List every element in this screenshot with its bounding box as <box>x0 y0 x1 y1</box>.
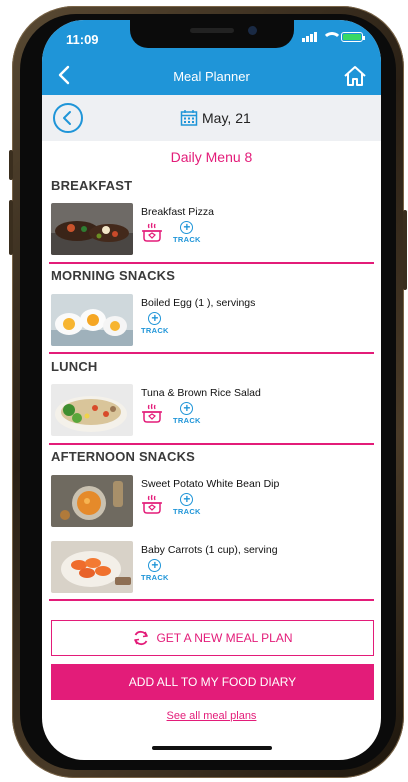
date-bar: May, 21 <box>42 95 381 141</box>
meal-item[interactable]: Sweet Potato White Bean Dip + TRACK <box>51 475 371 531</box>
track-button[interactable]: + TRACK <box>173 402 201 425</box>
battery-icon <box>341 32 365 42</box>
refresh-icon <box>134 630 149 646</box>
track-label: TRACK <box>141 573 169 582</box>
meal-name: Tuna & Brown Rice Salad <box>141 387 261 399</box>
meal-name: Sweet Potato White Bean Dip <box>141 478 280 490</box>
phone-side-button-right <box>403 210 407 290</box>
section-title-breakfast: BREAKFAST <box>51 178 133 193</box>
section-divider <box>49 352 374 354</box>
date-selector[interactable]: May, 21 <box>180 109 251 127</box>
track-label: TRACK <box>173 416 201 425</box>
get-new-meal-plan-button[interactable]: GET A NEW MEAL PLAN <box>51 620 374 656</box>
home-indicator <box>152 746 272 750</box>
meal-actions: + TRACK <box>141 493 201 516</box>
phone-side-button-left-1 <box>9 150 13 180</box>
meal-item[interactable]: Boiled Egg (1 ), servings + TRACK <box>51 294 371 350</box>
meal-name: Baby Carrots (1 cup), serving <box>141 544 278 556</box>
track-plus-icon: + <box>180 402 194 415</box>
track-plus-icon: + <box>180 221 194 234</box>
meal-name: Breakfast Pizza <box>141 206 214 218</box>
meal-name: Boiled Egg (1 ), servings <box>141 297 256 309</box>
chevron-left-icon <box>63 111 71 125</box>
daily-menu-title: Daily Menu 8 <box>170 149 253 165</box>
add-all-label: ADD ALL TO MY FOOD DIARY <box>128 675 297 689</box>
status-time: 11:09 <box>66 32 99 47</box>
section-divider <box>49 599 374 601</box>
meal-image-baby-carrots <box>51 541 133 593</box>
meal-actions: + TRACK <box>141 559 169 582</box>
notch <box>130 20 294 48</box>
cook-pot-icon[interactable] <box>141 221 163 243</box>
section-title-afternoon-snacks: AFTERNOON SNACKS <box>51 449 196 464</box>
section-title-lunch: LUNCH <box>51 359 98 374</box>
meal-actions: + TRACK <box>141 312 169 335</box>
meal-image-tuna-salad <box>51 384 133 436</box>
get-new-meal-plan-label: GET A NEW MEAL PLAN <box>156 631 293 645</box>
track-label: TRACK <box>141 326 169 335</box>
section-divider <box>49 443 374 445</box>
page-title: Meal Planner <box>173 69 250 84</box>
status-icons <box>302 32 365 42</box>
wifi-icon <box>322 32 342 42</box>
home-icon[interactable] <box>343 64 367 88</box>
cook-pot-icon[interactable] <box>141 402 163 424</box>
app-screen: 11:09 Meal Planner May, 21 Daily Menu 8 … <box>42 20 381 760</box>
track-button[interactable]: + TRACK <box>173 221 201 244</box>
section-title-morning-snacks: MORNING SNACKS <box>51 268 176 283</box>
track-label: TRACK <box>173 235 201 244</box>
track-plus-icon: + <box>148 312 162 325</box>
track-button[interactable]: + TRACK <box>141 312 169 335</box>
track-plus-icon: + <box>180 493 194 506</box>
meal-image-breakfast-pizza <box>51 203 133 255</box>
phone-side-button-left-2 <box>9 200 13 255</box>
track-button[interactable]: + TRACK <box>173 493 201 516</box>
track-button[interactable]: + TRACK <box>141 559 169 582</box>
speaker <box>190 28 234 33</box>
cook-pot-icon[interactable] <box>141 493 163 515</box>
meal-item[interactable]: Breakfast Pizza + TRACK <box>51 203 371 259</box>
calendar-icon <box>180 110 198 126</box>
track-plus-icon: + <box>148 559 162 572</box>
see-all-meal-plans-link[interactable]: See all meal plans <box>42 710 381 722</box>
track-label: TRACK <box>173 507 201 516</box>
top-bar: 11:09 Meal Planner <box>42 20 381 95</box>
meal-image-boiled-egg <box>51 294 133 346</box>
section-divider <box>49 262 374 264</box>
signal-icon <box>302 32 317 42</box>
add-all-to-food-diary-button[interactable]: ADD ALL TO MY FOOD DIARY <box>51 664 374 700</box>
meal-image-sweet-potato-dip <box>51 475 133 527</box>
front-camera <box>248 26 257 35</box>
previous-day-button[interactable] <box>53 103 83 133</box>
date-label: May, 21 <box>202 110 251 126</box>
meal-item[interactable]: Baby Carrots (1 cup), serving + TRACK <box>51 541 371 597</box>
meal-actions: + TRACK <box>141 221 201 244</box>
meal-item[interactable]: Tuna & Brown Rice Salad + TRACK <box>51 384 371 440</box>
meal-actions: + TRACK <box>141 402 201 425</box>
